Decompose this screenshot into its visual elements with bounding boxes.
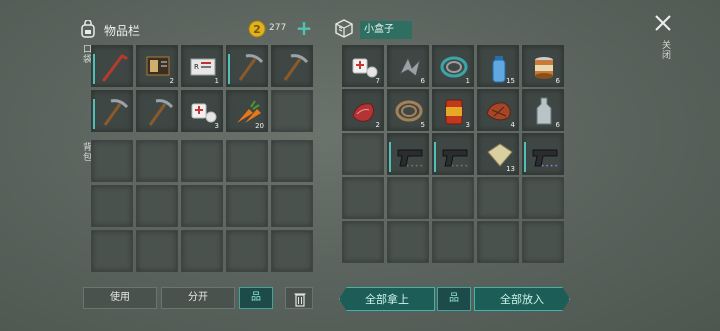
container-slot[interactable]: 13: [477, 133, 519, 175]
container-slot[interactable]: [522, 221, 564, 263]
container-slot[interactable]: [342, 221, 384, 263]
backpack-slot[interactable]: [181, 140, 223, 182]
durability-bar: [228, 54, 230, 84]
svg-text:2: 2: [253, 23, 261, 36]
backpack-slot[interactable]: [226, 185, 268, 227]
container-slot[interactable]: 15: [477, 45, 519, 87]
item-quantity: 3: [214, 122, 219, 130]
backpack-slot[interactable]: [226, 230, 268, 272]
rarity-dots: ••••: [405, 163, 424, 170]
item-quantity: 1: [214, 77, 219, 85]
backpack-slot[interactable]: [271, 230, 313, 272]
split-button[interactable]: 分开: [161, 287, 235, 309]
pickaxe-icon: [103, 99, 129, 126]
backpack-slot[interactable]: [181, 185, 223, 227]
pocket-slot[interactable]: [226, 45, 268, 87]
close-icon[interactable]: [652, 12, 674, 34]
sort-inventory-button[interactable]: 品: [239, 287, 273, 309]
container-slot[interactable]: 4: [477, 89, 519, 131]
container-slot[interactable]: [342, 133, 384, 175]
pocket-slot[interactable]: [136, 90, 178, 132]
add-coins-button[interactable]: +: [293, 18, 315, 38]
pocket-slot[interactable]: 2: [136, 45, 178, 87]
container-slot[interactable]: [522, 177, 564, 219]
backpack-slot[interactable]: [181, 230, 223, 272]
rarity-dots: ••••: [540, 163, 559, 170]
container-slot[interactable]: 1: [432, 45, 474, 87]
close-label[interactable]: 关闭: [659, 40, 672, 60]
coin-count: 277: [269, 23, 287, 33]
item-quantity: 6: [420, 77, 425, 85]
item-quantity: 6: [555, 77, 560, 85]
take-all-button[interactable]: 全部拿上: [339, 287, 435, 311]
pocket-slot[interactable]: [271, 90, 313, 132]
item-quantity: 2: [375, 121, 380, 129]
item-quantity: 20: [255, 122, 264, 130]
item-quantity: 2: [169, 77, 174, 85]
item-quantity: 1: [465, 77, 470, 85]
container-slot[interactable]: 3: [432, 89, 474, 131]
backpack-icon: [81, 20, 95, 38]
container-slot[interactable]: [432, 177, 474, 219]
backpack-slot[interactable]: [226, 140, 268, 182]
pocket-slot[interactable]: 3: [181, 90, 223, 132]
backpack-slot[interactable]: [91, 140, 133, 182]
rarity-dots: ••••: [450, 163, 469, 170]
item-quantity: 4: [510, 121, 515, 129]
item-quantity: 7: [375, 77, 380, 85]
inventory-title: 物品栏: [104, 24, 141, 38]
backpack-slot[interactable]: [91, 185, 133, 227]
coin-icon: 2: [248, 20, 266, 38]
container-slot[interactable]: 5: [387, 89, 429, 131]
box-icon: [335, 19, 353, 38]
item-quantity: 6: [555, 121, 560, 129]
durability-bar: [524, 142, 526, 172]
container-slot[interactable]: ••••: [387, 133, 429, 175]
backpack-slot[interactable]: [271, 140, 313, 182]
pocket-slot[interactable]: [91, 90, 133, 132]
container-slot[interactable]: 2: [342, 89, 384, 131]
container-slot[interactable]: 7: [342, 45, 384, 87]
pocket-slot[interactable]: [91, 45, 133, 87]
sort-container-button[interactable]: 品: [437, 287, 471, 311]
container-name: 小盒子: [360, 21, 412, 39]
use-button[interactable]: 使用: [83, 287, 157, 309]
item-quantity: 3: [465, 121, 470, 129]
backpack-slot[interactable]: [91, 230, 133, 272]
container-slot[interactable]: [387, 177, 429, 219]
container-slot[interactable]: 6: [522, 45, 564, 87]
crowbar-icon: [102, 54, 128, 82]
backpack-slot[interactable]: [136, 230, 178, 272]
trash-button[interactable]: [285, 287, 313, 309]
item-quantity: 13: [506, 165, 515, 173]
pocket-slot[interactable]: [271, 45, 313, 87]
svg-text:R: R: [194, 63, 199, 71]
backpack-slot[interactable]: [271, 185, 313, 227]
backpack-slot[interactable]: [136, 140, 178, 182]
put-all-button[interactable]: 全部放入: [474, 287, 570, 311]
container-slot[interactable]: 6: [387, 45, 429, 87]
container-slot[interactable]: [477, 221, 519, 263]
item-quantity: 15: [506, 77, 515, 85]
pocket-slot[interactable]: R1: [181, 45, 223, 87]
backpack-slot[interactable]: [136, 185, 178, 227]
container-slot[interactable]: ••••: [522, 133, 564, 175]
pocket-slot[interactable]: 20: [226, 90, 268, 132]
trash-icon: [294, 293, 306, 307]
durability-bar: [434, 142, 436, 172]
pickaxe-icon: [283, 54, 309, 81]
container-slot[interactable]: [477, 177, 519, 219]
container-slot[interactable]: ••••: [432, 133, 474, 175]
container-slot[interactable]: [387, 221, 429, 263]
durability-bar: [93, 99, 95, 129]
pickaxe-icon: [148, 99, 174, 126]
pickaxe-icon: [238, 54, 264, 81]
durability-bar: [389, 142, 391, 172]
item-quantity: 5: [420, 121, 425, 129]
container-slot[interactable]: [432, 221, 474, 263]
container-slot[interactable]: [342, 177, 384, 219]
container-slot[interactable]: 6: [522, 89, 564, 131]
durability-bar: [93, 54, 95, 84]
